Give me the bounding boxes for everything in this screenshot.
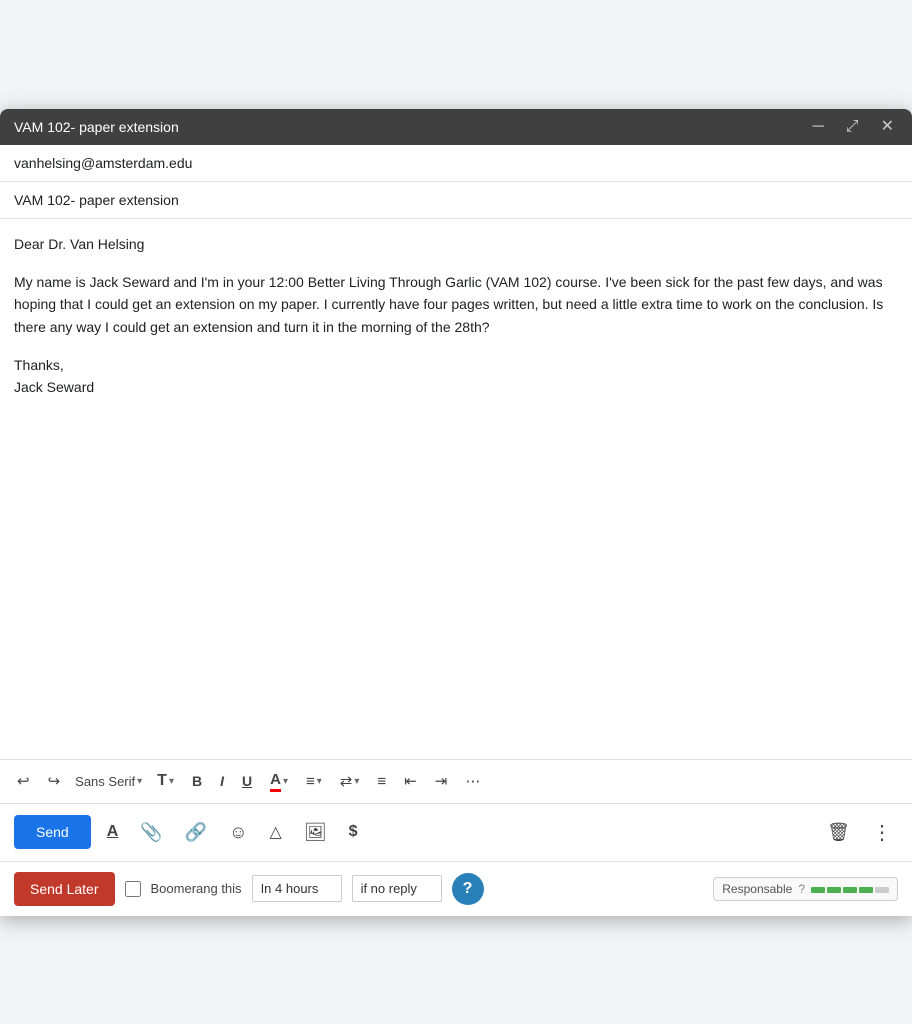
link-button[interactable]: 🔗 [179, 816, 213, 849]
underline-icon: U [242, 773, 252, 789]
resp-bar-seg-4 [859, 887, 873, 893]
send-later-button[interactable]: Send Later [14, 872, 115, 906]
drive-button[interactable]: △ [264, 816, 288, 848]
numbered-list-icon: ⇄ [340, 772, 353, 790]
photo-button[interactable]: 🖼 [298, 816, 333, 849]
window-title: VAM 102- paper extension [14, 119, 179, 135]
font-size-icon: T [157, 772, 167, 790]
italic-icon: I [220, 773, 224, 789]
indent-less-icon: ⇤ [404, 772, 417, 790]
email-body-content[interactable]: Dear Dr. Van Helsing My name is Jack Sew… [14, 233, 898, 399]
numbered-list-button[interactable]: ⇄ ▾ [333, 767, 367, 795]
more-options-icon: ⋮ [872, 820, 892, 845]
indent-less-button[interactable]: ⇤ [397, 767, 424, 795]
send-button[interactable]: Send [14, 815, 91, 849]
dollar-icon: $ [349, 823, 358, 841]
undo-icon: ↩ [17, 772, 30, 790]
body-paragraph: My name is Jack Seward and I'm in your 1… [14, 271, 898, 338]
more-formatting-icon: ⋯ [465, 772, 480, 790]
emoji-icon: ☺ [229, 822, 247, 843]
question-mark-icon: ? [463, 880, 473, 898]
subject-field-row [0, 182, 912, 219]
responsable-box[interactable]: Responsable ? [713, 877, 898, 901]
align-chevron: ▾ [317, 776, 322, 787]
if-no-reply-input[interactable] [352, 875, 442, 902]
more-options-button[interactable]: ⋮ [866, 814, 898, 851]
boomerang-label: Boomerang this [151, 881, 242, 896]
delete-icon: 🗑 [827, 822, 850, 843]
font-name-selector[interactable]: Sans Serif ▾ [71, 772, 146, 791]
boomerang-help-icon[interactable]: ? [452, 873, 484, 905]
indent-more-icon: ⇥ [435, 772, 448, 790]
greeting: Dear Dr. Van Helsing [14, 233, 898, 255]
title-bar-actions: ─ ⤢ ✕ [808, 117, 898, 137]
delete-button[interactable]: 🗑 [821, 816, 856, 849]
text-color-icon: A [270, 771, 281, 792]
responsable-label: Responsable [722, 882, 792, 896]
link-icon: 🔗 [185, 822, 207, 843]
resp-bar-seg-2 [827, 887, 841, 893]
boomerang-checkbox[interactable] [125, 881, 141, 897]
resp-bar-seg-3 [843, 887, 857, 893]
closing: Thanks, Jack Seward [14, 354, 898, 399]
font-size-button[interactable]: T ▾ [150, 767, 181, 795]
to-field-row [0, 145, 912, 182]
title-bar: VAM 102- paper extension ─ ⤢ ✕ [0, 109, 912, 145]
more-formatting-button[interactable]: ⋯ [458, 767, 487, 795]
photo-icon: 🖼 [304, 822, 327, 843]
redo-button[interactable]: ↪ [41, 767, 68, 795]
responsable-meter [811, 884, 889, 893]
responsable-bar [811, 887, 889, 893]
compose-window: VAM 102- paper extension ─ ⤢ ✕ Dear Dr. … [0, 109, 912, 916]
attach-icon: 📎 [140, 822, 162, 843]
font-size-chevron: ▾ [169, 776, 174, 787]
bottom-action-bar: Send A 📎 🔗 ☺ △ 🖼 $ 🗑 ⋮ [0, 804, 912, 861]
responsable-help-icon: ? [798, 882, 805, 896]
to-input[interactable] [14, 155, 898, 171]
numbered-list-chevron: ▾ [354, 776, 359, 787]
undo-button[interactable]: ↩ [10, 767, 37, 795]
bullet-list-button[interactable]: ≡ [370, 768, 393, 795]
subject-input[interactable] [14, 192, 898, 208]
emoji-button[interactable]: ☺ [223, 816, 253, 849]
underline-button[interactable]: U [235, 768, 259, 794]
footer-bar: Send Later Boomerang this ? Responsable … [0, 861, 912, 916]
drive-icon: △ [270, 822, 282, 842]
attach-button[interactable]: 📎 [134, 816, 168, 849]
text-color-button[interactable]: A ▾ [263, 766, 295, 797]
bold-button[interactable]: B [185, 768, 209, 794]
italic-button[interactable]: I [213, 768, 231, 794]
font-name-chevron: ▾ [137, 776, 142, 787]
formatting-toolbar: ↩ ↪ Sans Serif ▾ T ▾ B I U A ▾ ≡ ▾ [0, 759, 912, 804]
bullet-list-icon: ≡ [377, 773, 386, 790]
align-button[interactable]: ≡ ▾ [299, 768, 329, 795]
indent-more-button[interactable]: ⇥ [428, 767, 455, 795]
close-button[interactable]: ✕ [877, 117, 898, 137]
resp-bar-seg-5 [875, 887, 889, 893]
format-icon: A [107, 823, 119, 841]
font-name-label: Sans Serif [75, 774, 135, 789]
bold-icon: B [192, 773, 202, 789]
expand-button[interactable]: ⤢ [842, 117, 863, 137]
text-color-chevron: ▾ [283, 776, 288, 787]
dollar-button[interactable]: $ [343, 817, 364, 847]
minimize-button[interactable]: ─ [808, 117, 827, 137]
align-icon: ≡ [306, 773, 315, 790]
email-body-area[interactable]: Dear Dr. Van Helsing My name is Jack Sew… [0, 219, 912, 759]
format-button[interactable]: A [101, 817, 125, 847]
hours-input[interactable] [252, 875, 342, 902]
resp-bar-seg-1 [811, 887, 825, 893]
redo-icon: ↪ [48, 772, 61, 790]
